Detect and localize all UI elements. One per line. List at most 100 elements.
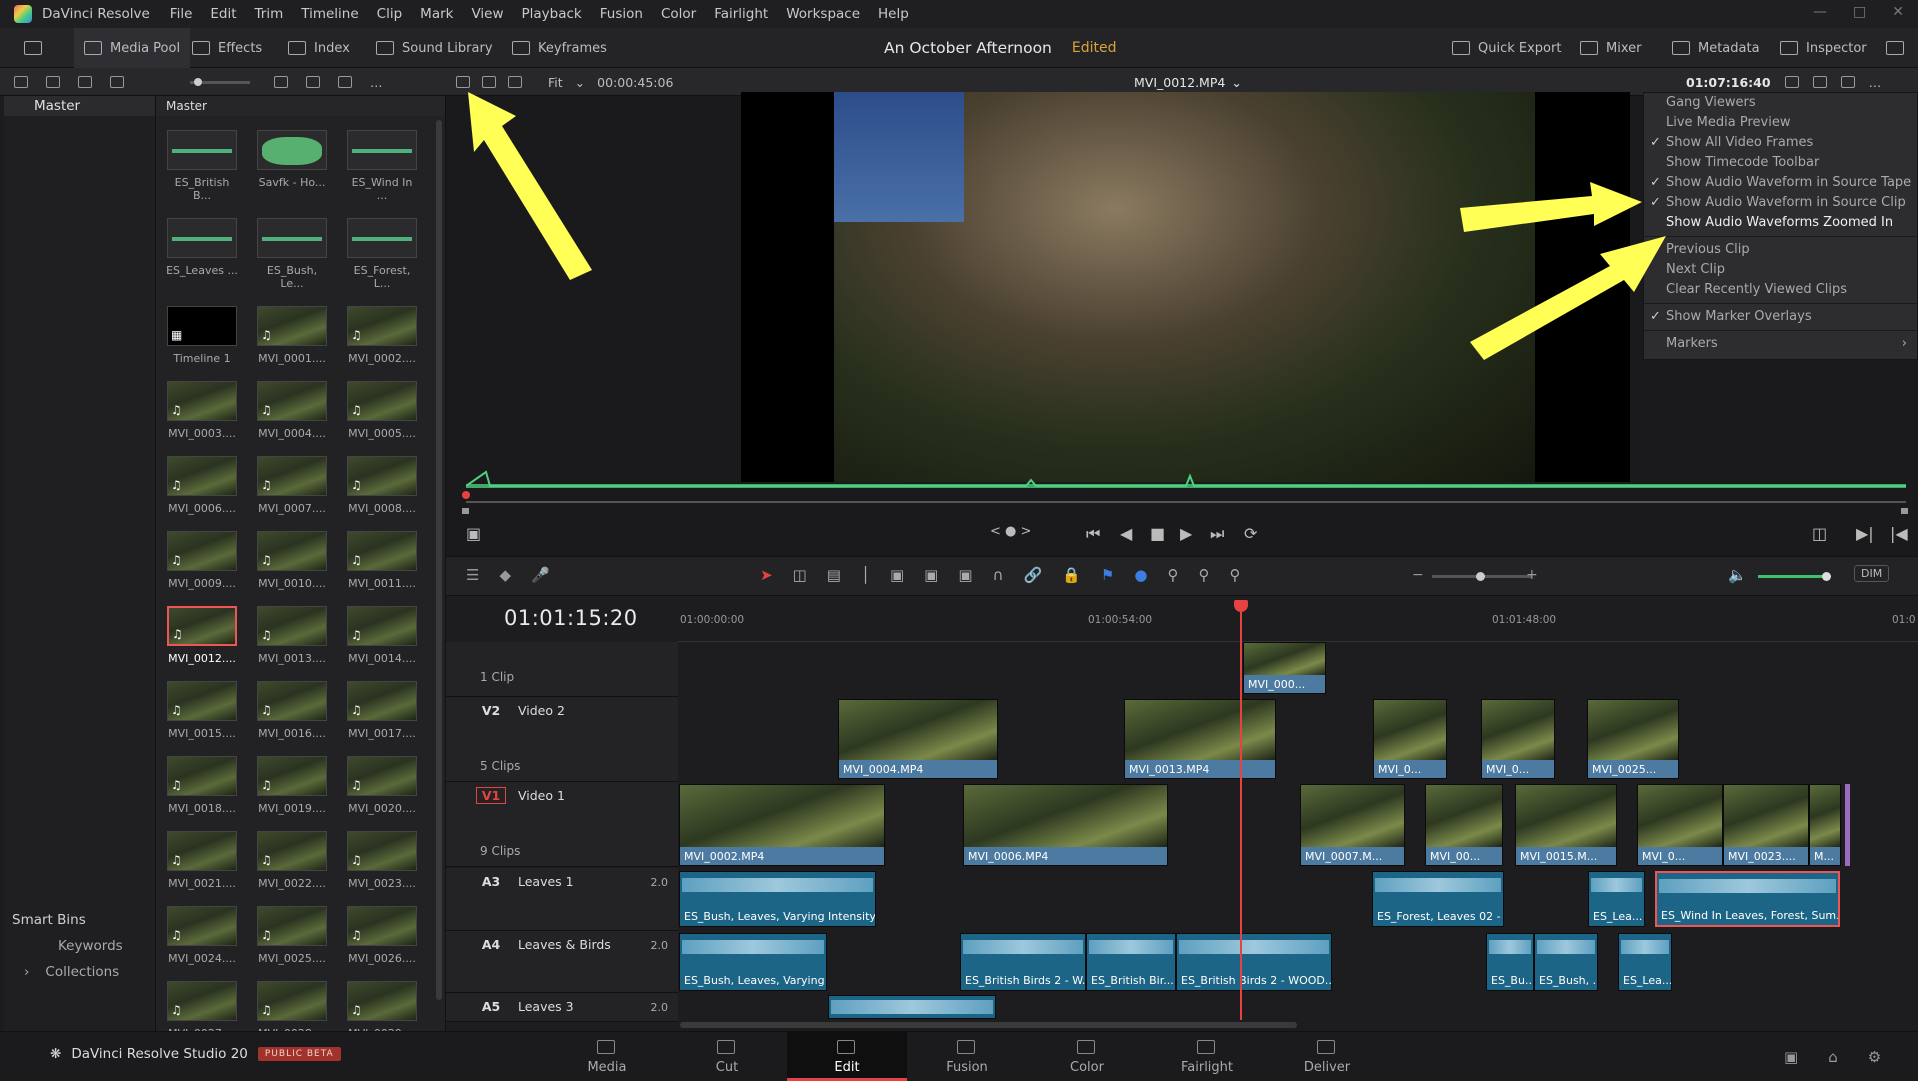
v1-track-name[interactable]: Video 1 (518, 788, 565, 803)
menu-item-playback[interactable]: Playback (522, 6, 582, 22)
media-pool-clip[interactable]: ♫ MVI_0017.... (346, 681, 418, 740)
context-menu-item[interactable]: Show Audio Waveforms Zoomed In (1644, 213, 1917, 233)
inspector-button[interactable]: Inspector (1780, 28, 1867, 68)
media-pool-clip[interactable]: ♫ MVI_0023.... (346, 831, 418, 890)
menu-item-file[interactable]: File (170, 6, 193, 22)
match-frame-icon[interactable]: ◫ (1812, 524, 1827, 543)
context-menu-item[interactable]: Gang Viewers (1644, 93, 1917, 113)
media-pool-clip[interactable]: ♫ MVI_0020.... (346, 756, 418, 815)
audio-clip[interactable] (828, 995, 996, 1019)
maximize-icon[interactable]: □ (1853, 4, 1866, 20)
a3-track-id[interactable]: A3 (476, 874, 506, 889)
settings-icon[interactable]: ⚙ (1868, 1048, 1881, 1066)
link-icon[interactable] (46, 76, 60, 88)
jog-control[interactable]: < ● > (990, 524, 1031, 539)
index-button[interactable]: Index (288, 28, 350, 68)
collections-bin[interactable]: › Collections (12, 964, 123, 980)
dual-viewer-icon[interactable] (508, 76, 522, 88)
minimize-icon[interactable]: — (1813, 4, 1827, 20)
quick-export-button[interactable]: Quick Export (1452, 28, 1561, 68)
thumbnail-size-slider[interactable] (190, 77, 250, 86)
audio-clip[interactable]: ES_Bush, Leaves, Varying Intensity, ... (679, 871, 876, 927)
context-menu-item[interactable]: Markers › (1644, 334, 1917, 354)
zoom-custom-icon[interactable]: ⚲ (1229, 566, 1240, 584)
insert-clip-icon[interactable]: ▣ (890, 566, 904, 584)
timeline-clip[interactable]: MVI_0006.MP4 (963, 784, 1168, 866)
audio-clip[interactable]: ES_Bush, Leaves, Varying ... (679, 933, 827, 991)
more-options-icon[interactable]: … (1869, 75, 1882, 90)
audio-clip[interactable]: ES_Lea... (1618, 933, 1672, 991)
scrubber-playhead[interactable] (462, 491, 470, 499)
position-lock-icon[interactable]: 🔒 (1062, 566, 1081, 584)
page-tab-fairlight[interactable]: Fairlight (1147, 1032, 1267, 1081)
v2-track-name[interactable]: Video 2 (518, 703, 565, 718)
menu-item-mark[interactable]: Mark (420, 6, 453, 22)
go-to-start-icon[interactable]: ⏮ (1086, 524, 1100, 544)
context-menu-item[interactable]: Previous Clip (1644, 240, 1917, 260)
mixer-button[interactable]: Mixer (1580, 28, 1641, 68)
media-pool-clip[interactable]: ♫ MVI_0022.... (256, 831, 328, 890)
sound-library-button[interactable]: Sound Library (376, 28, 493, 68)
menu-item-color[interactable]: Color (661, 6, 696, 22)
page-tab-fusion[interactable]: Fusion (907, 1032, 1027, 1081)
media-pool-clip[interactable]: ♫ MVI_0014.... (346, 606, 418, 665)
timeline-clip[interactable]: MVI_0... (1373, 699, 1447, 779)
context-menu-item[interactable]: ✓ Show Audio Waveform in Source Tape (1644, 173, 1917, 193)
timeline-clip[interactable]: M... (1809, 784, 1841, 866)
pool-scrollbar[interactable] (436, 120, 442, 1000)
volume-slider[interactable] (1758, 572, 1831, 581)
menu-item-view[interactable]: View (471, 6, 503, 22)
page-tab-edit[interactable]: Edit (787, 1032, 907, 1081)
context-menu-item[interactable]: Live Media Preview (1644, 113, 1917, 133)
media-pool-clip[interactable]: ♫ MVI_0012.... (166, 606, 238, 665)
chevron-down-icon[interactable]: ⌄ (575, 75, 585, 90)
keyframes-button[interactable]: Keyframes (512, 28, 607, 68)
a4-track-name[interactable]: Leaves & Birds (518, 937, 611, 952)
media-pool-clip[interactable]: ♫ MVI_0021.... (166, 831, 238, 890)
audio-clip[interactable]: ES_British Bir... (1086, 933, 1176, 991)
speaker-icon[interactable]: 🔈 (1728, 566, 1747, 584)
timeline-clip[interactable]: MVI_0025... (1587, 699, 1679, 779)
context-menu-item[interactable]: ✓ Show All Video Frames (1644, 133, 1917, 153)
media-pool-clip[interactable]: ♫ MVI_0002.... (346, 306, 418, 365)
master-bin[interactable]: Master (4, 96, 155, 116)
media-pool-clip[interactable]: ES_Forest, L... (346, 218, 418, 290)
sort-icon[interactable] (338, 76, 352, 88)
a5-track-name[interactable]: Leaves 3 (518, 999, 574, 1014)
loop-icon[interactable]: ⟳ (1244, 524, 1257, 543)
timeline-scrollbar[interactable] (680, 1022, 1297, 1028)
sync-icon[interactable] (78, 76, 92, 88)
timeline-view-options-icon[interactable]: ☰ (466, 566, 479, 584)
media-pool-clip[interactable]: ▦ Timeline 1 (166, 306, 238, 365)
media-pool-clip[interactable]: ♫ MVI_0026.... (346, 906, 418, 965)
voiceover-icon[interactable]: 🎤 (531, 566, 550, 584)
viewer-options-icon[interactable] (1784, 76, 1799, 88)
a4-track-id[interactable]: A4 (476, 937, 506, 952)
layout-icon[interactable] (1840, 76, 1855, 88)
menu-item-help[interactable]: Help (878, 6, 909, 22)
timeline-clip[interactable]: MVI_0013.MP4 (1124, 699, 1276, 779)
menu-item-workspace[interactable]: Workspace (786, 6, 860, 22)
page-tab-media[interactable]: Media (547, 1032, 667, 1081)
media-pool-clip[interactable]: ♫ MVI_0010.... (256, 531, 328, 590)
snapping-icon[interactable]: ∩ (993, 566, 1004, 584)
list-view-icon[interactable] (14, 76, 28, 88)
menu-item-fairlight[interactable]: Fairlight (714, 6, 768, 22)
menu-item-timeline[interactable]: Timeline (301, 6, 358, 22)
media-pool-clip[interactable]: ♫ MVI_0008.... (346, 456, 418, 515)
media-pool-clip[interactable]: Savfk - Ho... (256, 130, 328, 202)
media-pool-clip[interactable]: ♫ MVI_0024.... (166, 906, 238, 965)
context-menu-item[interactable]: Show Timecode Toolbar (1644, 153, 1917, 173)
mark-in-icon[interactable]: |◀ (1890, 524, 1908, 543)
display-mode-icon[interactable]: ▣ (466, 524, 481, 543)
menu-item-edit[interactable]: Edit (210, 6, 236, 22)
zoom-icon[interactable] (1812, 76, 1827, 88)
marker-icon[interactable]: ● (1134, 566, 1147, 584)
timeline-clip[interactable]: MVI_0007.M... (1300, 784, 1405, 866)
timeline-clip[interactable]: MVI_0002.MP4 (679, 784, 885, 866)
context-menu-item[interactable]: ✓ Show Marker Overlays (1644, 307, 1917, 327)
blade-tool-icon[interactable]: │ (861, 566, 870, 584)
media-pool-clip[interactable]: ♫ MVI_0013.... (256, 606, 328, 665)
a5-track-id[interactable]: A5 (476, 999, 506, 1014)
media-pool-clip[interactable]: ♫ MVI_0001.... (256, 306, 328, 365)
